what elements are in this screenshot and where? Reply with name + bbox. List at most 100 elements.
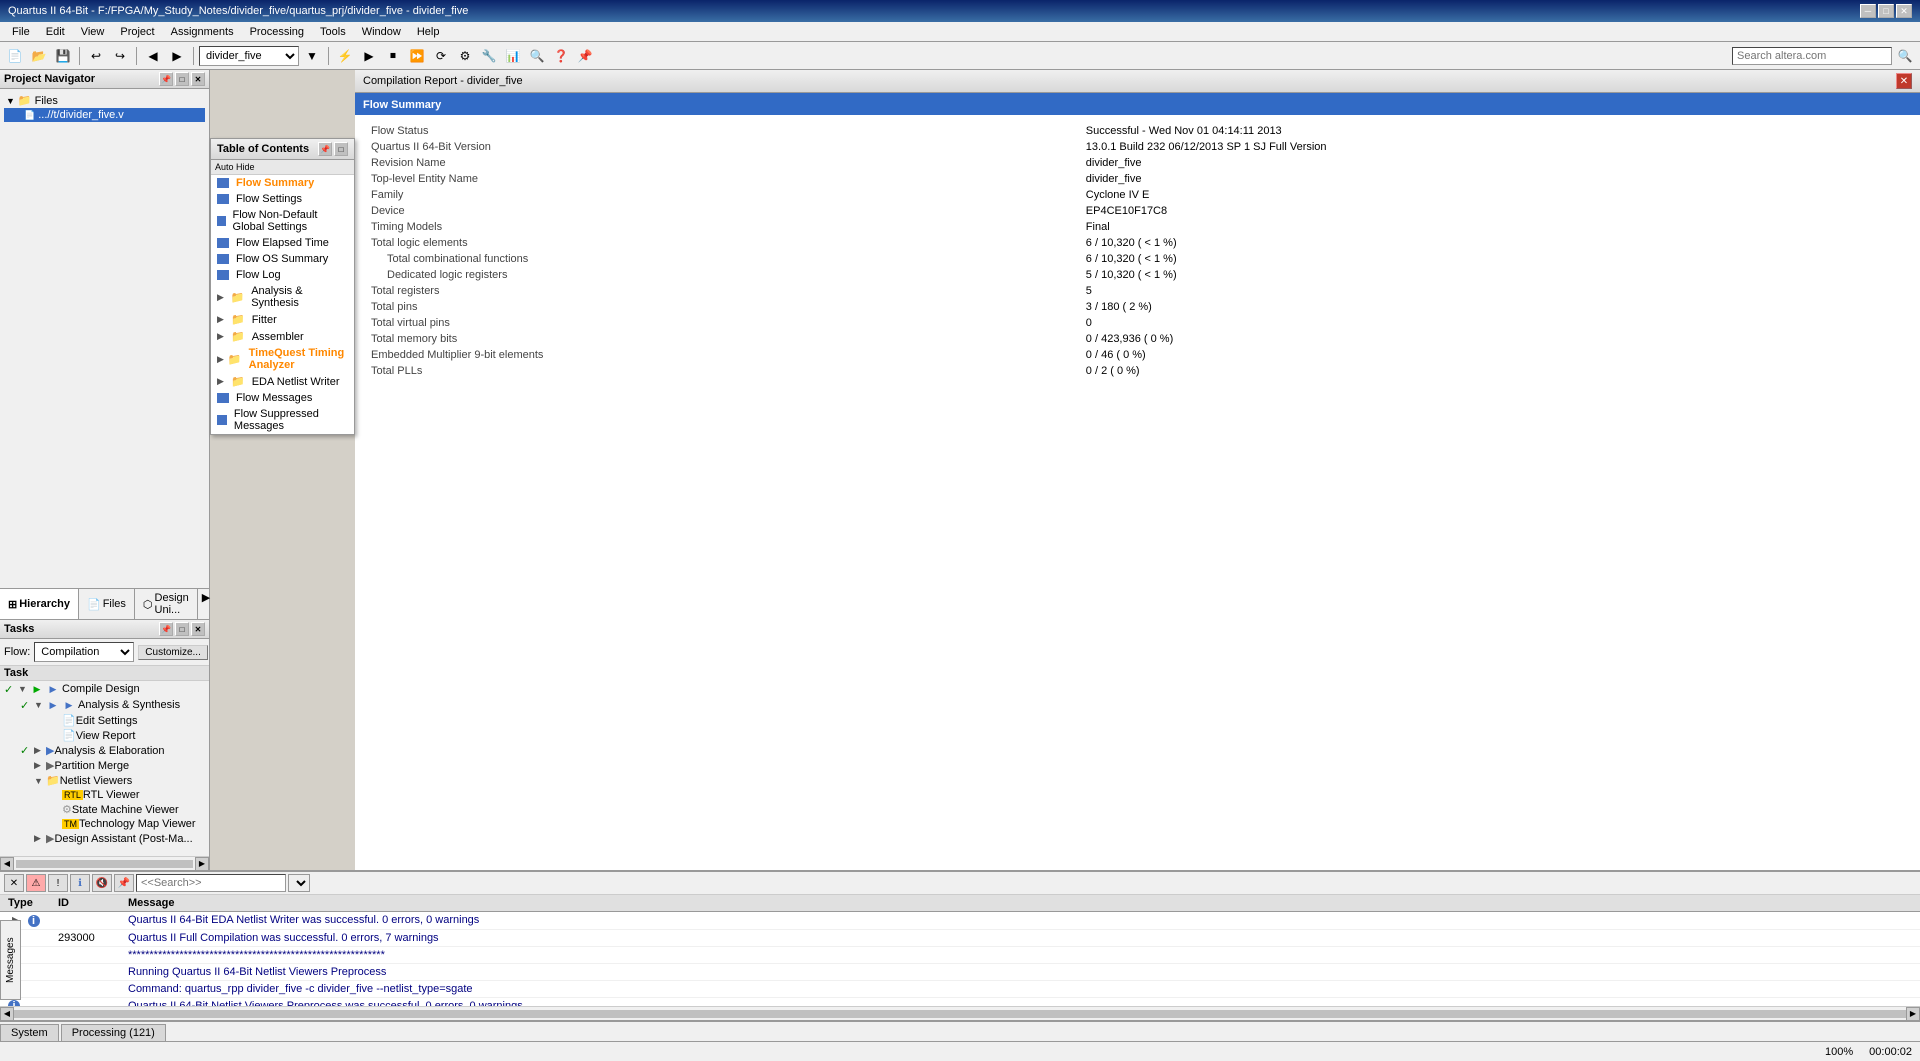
close-button[interactable]: ✕ (1896, 4, 1912, 18)
tool5-button[interactable]: 🔍 (526, 45, 548, 67)
tab-files[interactable]: 📄 Files (79, 589, 135, 619)
task-netlist-viewers[interactable]: ▼ 📁 Netlist Viewers (0, 773, 209, 788)
tree-item-files[interactable]: ▼ 📁 Files (4, 93, 205, 108)
search-go-button[interactable]: 🔍 (1894, 45, 1916, 67)
tool3-button[interactable]: 🔧 (478, 45, 500, 67)
toc-item-eda[interactable]: ▶ 📁 EDA Netlist Writer (211, 373, 354, 390)
toc-item-flow-suppressed[interactable]: Flow Suppressed Messages (211, 406, 354, 434)
tool4-button[interactable]: 📊 (502, 45, 524, 67)
step-button[interactable]: ⏩ (406, 45, 428, 67)
toc-expand-5[interactable]: ▶ (217, 376, 227, 387)
toc-item-flow-elapsed[interactable]: Flow Elapsed Time (211, 235, 354, 251)
tab-system[interactable]: System (0, 1024, 59, 1041)
message-filter-dropdown[interactable] (288, 874, 310, 892)
tab-hierarchy[interactable]: ⊞ Hierarchy (0, 589, 79, 619)
tab-processing[interactable]: Processing (121) (61, 1024, 166, 1041)
menu-file[interactable]: File (4, 24, 38, 40)
left-tabs-right-arrow[interactable]: ▶ (198, 589, 214, 619)
msg-extra-btn[interactable]: 📌 (114, 874, 134, 892)
toc-restore-icon[interactable]: □ (334, 142, 348, 156)
dropdown-arrow[interactable]: ▼ (301, 45, 323, 67)
msg-suppress-btn[interactable]: 🔇 (92, 874, 112, 892)
panel-restore-icon[interactable]: □ (175, 72, 189, 86)
panel-pin-icon[interactable]: 📌 (159, 72, 173, 86)
compile-expand-icon[interactable]: ▼ (18, 684, 30, 694)
back-button[interactable]: ◀ (142, 45, 164, 67)
tree-item-divider[interactable]: 📄 ...//t/divider_five.v (4, 108, 205, 122)
toc-expand-3[interactable]: ▶ (217, 331, 227, 342)
report-close-button[interactable]: ✕ (1896, 73, 1912, 89)
task-analysis-synthesis[interactable]: ✓ ▼ ▶ ▶ Analysis & Synthesis (0, 697, 209, 713)
minimize-button[interactable]: ─ (1860, 4, 1876, 18)
task-view-report[interactable]: 📄 View Report (0, 728, 209, 743)
search-input[interactable] (1732, 47, 1892, 65)
tool7-button[interactable]: 📌 (574, 45, 596, 67)
toc-expand-2[interactable]: ▶ (217, 314, 227, 325)
menu-project[interactable]: Project (112, 24, 162, 40)
forward-button[interactable]: ▶ (166, 45, 188, 67)
menu-view[interactable]: View (73, 24, 113, 40)
menu-assignments[interactable]: Assignments (163, 24, 242, 40)
toc-item-flow-non-default[interactable]: Flow Non-Default Global Settings (211, 207, 354, 235)
project-dropdown[interactable]: divider_five (199, 46, 299, 66)
tool6-button[interactable]: ❓ (550, 45, 572, 67)
task-design-assistant[interactable]: ▶ ▶ Design Assistant (Post-Ma... (0, 831, 209, 846)
netlist-expand[interactable]: ▼ (34, 776, 46, 786)
menu-processing[interactable]: Processing (242, 24, 312, 40)
stop-button[interactable]: ⏹ (382, 45, 404, 67)
new-button[interactable]: 📄 (4, 45, 26, 67)
menu-window[interactable]: Window (354, 24, 409, 40)
task-rtl-viewer[interactable]: RTL RTL Viewer (0, 788, 209, 802)
msg-info-filter[interactable]: ℹ (70, 874, 90, 892)
toc-pin-icon[interactable]: 📌 (318, 142, 332, 156)
scroll-right-btn[interactable]: ▶ (195, 857, 209, 871)
task-tech-map-viewer[interactable]: TM Technology Map Viewer (0, 817, 209, 831)
task-analysis-elaboration[interactable]: ✓ ▶ ▶ Analysis & Elaboration (0, 743, 209, 758)
scroll-track[interactable] (16, 860, 193, 868)
msg-close-btn[interactable]: ✕ (4, 874, 24, 892)
menu-help[interactable]: Help (409, 24, 448, 40)
open-button[interactable]: 📂 (28, 45, 50, 67)
analysis-expand-icon[interactable]: ▼ (34, 700, 46, 710)
tasks-scrollbar[interactable]: ◀ ▶ (0, 856, 209, 870)
da-expand[interactable]: ▶ (34, 833, 46, 844)
auto-hide-label[interactable]: Auto Hide (211, 160, 354, 175)
save-button[interactable]: 💾 (52, 45, 74, 67)
partition-expand[interactable]: ▶ (34, 760, 46, 771)
scroll-left-btn[interactable]: ◀ (0, 857, 14, 871)
toc-item-flow-settings[interactable]: Flow Settings (211, 191, 354, 207)
undo-button[interactable]: ↩ (85, 45, 107, 67)
message-scrollbar[interactable]: ◀ ▶ (0, 1006, 1920, 1020)
msg-scroll-left[interactable]: ◀ (0, 1007, 14, 1021)
message-search-input[interactable] (136, 874, 286, 892)
messages-side-tab[interactable]: Messages (0, 920, 21, 1000)
task-edit-settings[interactable]: 📄 Edit Settings (0, 713, 209, 728)
flow-dropdown[interactable]: Compilation (34, 642, 134, 662)
task-state-machine-viewer[interactable]: ⚙ State Machine Viewer (0, 802, 209, 817)
msg-error-filter[interactable]: ⚠ (26, 874, 46, 892)
elab-expand-icon[interactable]: ▶ (34, 745, 46, 756)
tool2-button[interactable]: ⚙ (454, 45, 476, 67)
tab-design-units[interactable]: ⬡ Design Uni... (135, 589, 198, 619)
msg-scroll-right[interactable]: ▶ (1906, 1007, 1920, 1021)
tasks-pin-icon[interactable]: 📌 (159, 622, 173, 636)
toc-item-fitter[interactable]: ▶ 📁 Fitter (211, 311, 354, 328)
toc-item-flow-log[interactable]: Flow Log (211, 267, 354, 283)
toc-item-assembler[interactable]: ▶ 📁 Assembler (211, 328, 354, 345)
task-partition-merge[interactable]: ▶ ▶ Partition Merge (0, 758, 209, 773)
panel-close-icon[interactable]: ✕ (191, 72, 205, 86)
redo-button[interactable]: ↪ (109, 45, 131, 67)
compile-button[interactable]: ⚡ (334, 45, 356, 67)
toc-item-flow-summary[interactable]: Flow Summary (211, 175, 354, 191)
menu-tools[interactable]: Tools (312, 24, 354, 40)
tasks-restore-icon[interactable]: □ (175, 622, 189, 636)
menu-edit[interactable]: Edit (38, 24, 73, 40)
toc-expand-4[interactable]: ▶ (217, 354, 224, 365)
tasks-close-icon[interactable]: ✕ (191, 622, 205, 636)
toc-item-timequest[interactable]: ▶ 📁 TimeQuest Timing Analyzer (211, 345, 354, 373)
start-button[interactable]: ▶ (358, 45, 380, 67)
toc-item-flow-messages[interactable]: Flow Messages (211, 390, 354, 406)
toc-item-analysis-synthesis[interactable]: ▶ 📁 Analysis & Synthesis (211, 283, 354, 311)
toc-expand-1[interactable]: ▶ (217, 292, 226, 303)
msg-warn-filter[interactable]: ! (48, 874, 68, 892)
